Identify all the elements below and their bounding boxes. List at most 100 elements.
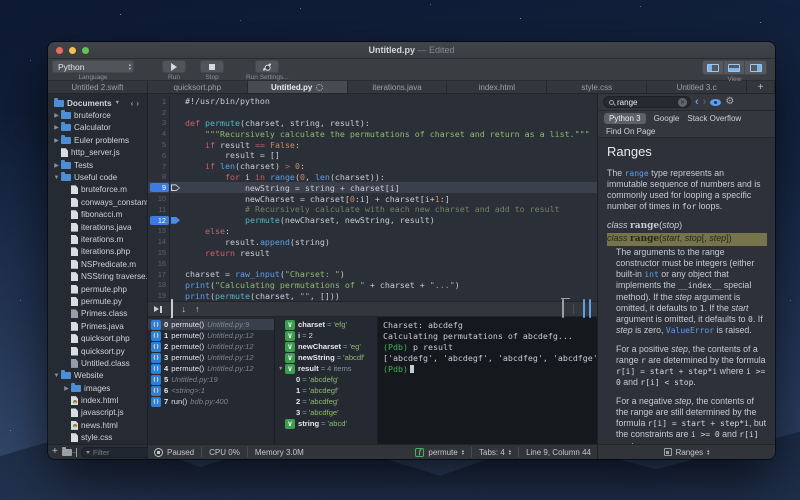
code-line-12[interactable]: 12 permute(newCharset, newString, result… bbox=[148, 215, 597, 226]
line-number-16[interactable]: 16 bbox=[148, 259, 169, 268]
line-number-2[interactable]: 2 bbox=[148, 108, 169, 117]
toggle-right-sidebar-button[interactable] bbox=[745, 61, 766, 74]
language-select[interactable]: Python ▴▾ bbox=[52, 60, 134, 73]
code-line-9[interactable]: 9 newString = string + charset[i] bbox=[148, 182, 597, 193]
tree-item-quicksort-py[interactable]: quicksort.py bbox=[48, 345, 147, 357]
console-view-button[interactable] bbox=[589, 300, 591, 318]
disclosure-icon[interactable]: ▶ bbox=[52, 137, 61, 144]
code-line-19[interactable]: 19print(permute(charset, "", [])) bbox=[148, 290, 597, 301]
line-number-18[interactable]: 18 bbox=[148, 280, 169, 289]
tree-item-calculator[interactable]: ▶Calculator bbox=[48, 122, 147, 134]
tree-item-iterations-m[interactable]: iterations.m bbox=[48, 233, 147, 245]
tree-item-news-html[interactable]: news.html bbox=[48, 419, 147, 431]
tree-item-iterations-java[interactable]: iterations.java bbox=[48, 221, 147, 233]
tree-item-http-server-js[interactable]: http_server.js bbox=[48, 147, 147, 159]
stack-frame-1[interactable]: ()1permute()Untitled.py:12 bbox=[148, 330, 274, 341]
tab-untitled-2-swift[interactable]: Untitled 2.swift bbox=[48, 81, 148, 93]
tab-untitled-py[interactable]: Untitled.py bbox=[248, 81, 348, 93]
stack-frame-3[interactable]: ()3permute()Untitled.py:12 bbox=[148, 352, 274, 363]
debug-console[interactable]: Charset: abcdefgCalculating permutations… bbox=[378, 317, 597, 444]
tree-item-nsstring-traverse-m[interactable]: NSString traverse.m bbox=[48, 270, 147, 282]
console-split-button[interactable] bbox=[583, 300, 585, 318]
doc-tab-google[interactable]: Google bbox=[654, 114, 680, 123]
continue-button[interactable] bbox=[154, 306, 162, 313]
variable-charset[interactable]: Vcharset='efg' bbox=[275, 319, 377, 330]
window-titlebar[interactable]: Untitled.py — Edited bbox=[48, 42, 775, 59]
disclosure-icon[interactable]: ▼ bbox=[52, 175, 61, 181]
line-number-19[interactable]: 19 bbox=[148, 291, 169, 300]
step-out-button[interactable]: ↑ bbox=[195, 305, 200, 314]
code-line-11[interactable]: 11 # Recursively calculate with each new… bbox=[148, 204, 597, 215]
tree-item-permute-py[interactable]: permute.py bbox=[48, 295, 147, 307]
tree-item-useful-code[interactable]: ▼Useful code bbox=[48, 171, 147, 183]
code-line-1[interactable]: 1#!/usr/bin/python bbox=[148, 96, 597, 107]
code-line-6[interactable]: 6 result = [] bbox=[148, 150, 597, 161]
tree-item-images[interactable]: ▶images bbox=[48, 382, 147, 394]
tree-item-index-html[interactable]: index.html bbox=[48, 394, 147, 406]
run-settings-button[interactable] bbox=[255, 60, 279, 73]
tree-item-permute-php[interactable]: permute.php bbox=[48, 283, 147, 295]
disclosure-icon[interactable]: ▶ bbox=[52, 112, 61, 119]
line-number-3[interactable]: 3 bbox=[148, 118, 169, 127]
code-line-7[interactable]: 7 if len(charset) > 0: bbox=[148, 161, 597, 172]
tree-item-euler-problems[interactable]: ▶Euler problems bbox=[48, 134, 147, 146]
variable-3[interactable]: 3='abcdfge' bbox=[275, 407, 377, 418]
code-line-13[interactable]: 13 else: bbox=[148, 226, 597, 237]
code-line-17[interactable]: 17charset = raw_input("Charset: ") bbox=[148, 269, 597, 280]
line-number-11[interactable]: 11 bbox=[148, 205, 169, 214]
tree-item-javascript-js[interactable]: javascript.js bbox=[48, 407, 147, 419]
execution-pointer[interactable] bbox=[169, 182, 181, 193]
tab-iterations-java[interactable]: iterations.java bbox=[348, 81, 448, 93]
doc-bottom-bar[interactable]: Ranges ▴▾ bbox=[598, 444, 775, 459]
variable-string[interactable]: Vstring='abcd' bbox=[275, 418, 377, 429]
code-line-4[interactable]: 4 """Recursively calculate the permutati… bbox=[148, 128, 597, 139]
line-number-8[interactable]: 8 bbox=[148, 172, 169, 181]
stack-frame-6[interactable]: ()6<string>:1 bbox=[148, 385, 274, 396]
tab-width-dropdown[interactable]: Tabs: 4 ▴▾ bbox=[479, 448, 511, 457]
code-line-10[interactable]: 10 newCharset = charset[0:i] + charset[i… bbox=[148, 193, 597, 204]
disclosure-icon[interactable]: ▼ bbox=[52, 373, 61, 379]
code-line-5[interactable]: 5 if result == False: bbox=[148, 139, 597, 150]
code-line-8[interactable]: 8 for i in range(0, len(charset)): bbox=[148, 172, 597, 183]
disclosure-icon[interactable]: ▶ bbox=[52, 124, 61, 131]
variable-2[interactable]: 2='abcdfeg' bbox=[275, 396, 377, 407]
variable-newcharset[interactable]: VnewCharset='eg' bbox=[275, 341, 377, 352]
code-line-16[interactable]: 16 bbox=[148, 258, 597, 269]
tree-item-style-css[interactable]: style.css bbox=[48, 432, 147, 444]
tree-item-iterations-php[interactable]: iterations.php bbox=[48, 246, 147, 258]
clear-console-button[interactable] bbox=[562, 300, 564, 318]
variable-newstring[interactable]: VnewString='abcdf' bbox=[275, 352, 377, 363]
line-number-4[interactable]: 4 bbox=[148, 129, 169, 138]
stack-frame-2[interactable]: ()2permute()Untitled.py:12 bbox=[148, 341, 274, 352]
stack-frame-7[interactable]: ()7run()bdb.py:400 bbox=[148, 396, 274, 407]
line-number-10[interactable]: 10 bbox=[148, 194, 169, 203]
history-forward-button[interactable]: › bbox=[703, 97, 707, 108]
doc-tab-python-3[interactable]: Python 3 bbox=[604, 113, 646, 124]
new-file-button[interactable]: + bbox=[52, 448, 58, 456]
line-number-6[interactable]: 6 bbox=[148, 151, 169, 160]
variable-0[interactable]: 0='abcdefg' bbox=[275, 374, 377, 385]
stop-button[interactable] bbox=[200, 60, 224, 73]
code-line-15[interactable]: 15 return result bbox=[148, 247, 597, 258]
variable-1[interactable]: 1='abcdegf' bbox=[275, 385, 377, 396]
step-over-button[interactable] bbox=[171, 300, 173, 318]
tree-item-bruteforce[interactable]: ▶bruteforce bbox=[48, 109, 147, 121]
toggle-left-sidebar-button[interactable] bbox=[703, 61, 724, 74]
toggle-bottom-panel-button[interactable] bbox=[724, 61, 745, 74]
line-number-1[interactable]: 1 bbox=[148, 97, 169, 106]
line-number-5[interactable]: 5 bbox=[148, 140, 169, 149]
variable-i[interactable]: Vi=2 bbox=[275, 330, 377, 341]
tree-item-bruteforce-m[interactable]: bruteforce.m bbox=[48, 184, 147, 196]
tree-history-arrows[interactable]: ‹› bbox=[131, 99, 142, 108]
tree-item-quicksort-php[interactable]: quicksort.php bbox=[48, 332, 147, 344]
tree-item-nspredicate-m[interactable]: NSPredicate.m bbox=[48, 258, 147, 270]
tree-item-fibonacci-m[interactable]: fibonacci.m bbox=[48, 209, 147, 221]
stack-frame-4[interactable]: ()4permute()Untitled.py:12 bbox=[148, 363, 274, 374]
tree-item-untitled-class[interactable]: Untitled.class bbox=[48, 357, 147, 369]
code-line-14[interactable]: 14 result.append(string) bbox=[148, 236, 597, 247]
tab-index-html[interactable]: index.html bbox=[447, 81, 547, 93]
tab-quicksort-php[interactable]: quicksort.php bbox=[148, 81, 248, 93]
disclosure-icon[interactable]: ▼ bbox=[278, 366, 285, 372]
find-on-page-button[interactable]: Find On Page bbox=[598, 125, 775, 138]
line-number-7[interactable]: 7 bbox=[148, 162, 169, 171]
